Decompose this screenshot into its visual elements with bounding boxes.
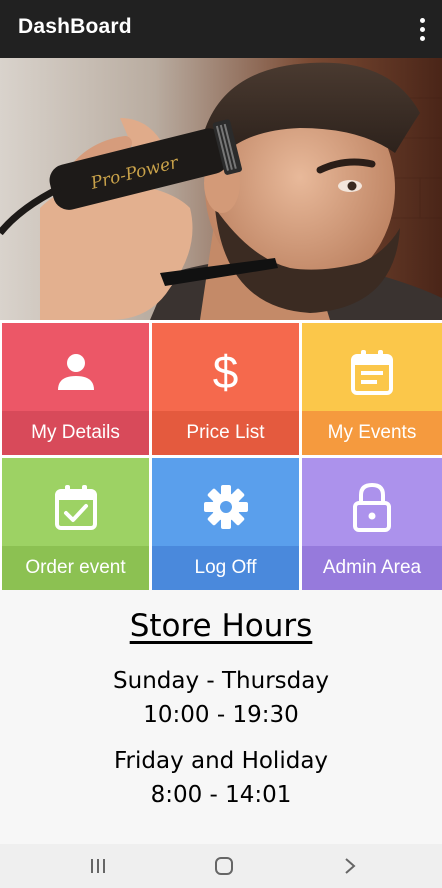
system-nav-bar [0,844,442,888]
gear-icon [152,478,299,536]
person-icon [2,343,149,401]
price-list-tile[interactable]: $ Price List [152,323,299,455]
app-bar: DashBoard [0,0,442,58]
lock-icon [302,478,442,536]
hours-line-friday: Friday and Holiday [113,748,329,774]
log-off-label: Log Off [152,546,299,590]
admin-area-tile[interactable]: Admin Area [302,458,442,590]
order-event-label: Order event [2,546,149,590]
hours-line-weekdays-time: 10:00 - 19:30 [143,702,299,728]
app-title: DashBoard [18,15,132,38]
dashboard-grid: My Details $ Price List My Events Order … [0,320,442,590]
back-icon[interactable] [320,844,380,888]
recents-icon[interactable] [68,844,128,888]
my-events-tile[interactable]: My Events [302,323,442,455]
calendar-icon [302,343,442,401]
log-off-tile[interactable]: Log Off [152,458,299,590]
my-details-label: My Details [2,411,149,455]
price-list-label: Price List [152,411,299,455]
hours-line-friday-time: 8:00 - 14:01 [150,782,292,808]
order-event-tile[interactable]: Order event [2,458,149,590]
dollar-icon: $ [212,346,239,398]
home-icon[interactable] [194,844,254,888]
hero-image: Pro-Power [0,58,442,320]
admin-area-label: Admin Area [302,546,442,590]
calendar-check-icon [2,478,149,536]
my-details-tile[interactable]: My Details [2,323,149,455]
my-events-label: My Events [302,411,442,455]
hours-line-weekdays: Sunday - Thursday [113,668,329,694]
store-hours-title: Store Hours [129,608,313,644]
more-vert-icon[interactable] [410,13,434,45]
store-hours-section: Store Hours Sunday - Thursday 10:00 - 19… [0,590,442,844]
